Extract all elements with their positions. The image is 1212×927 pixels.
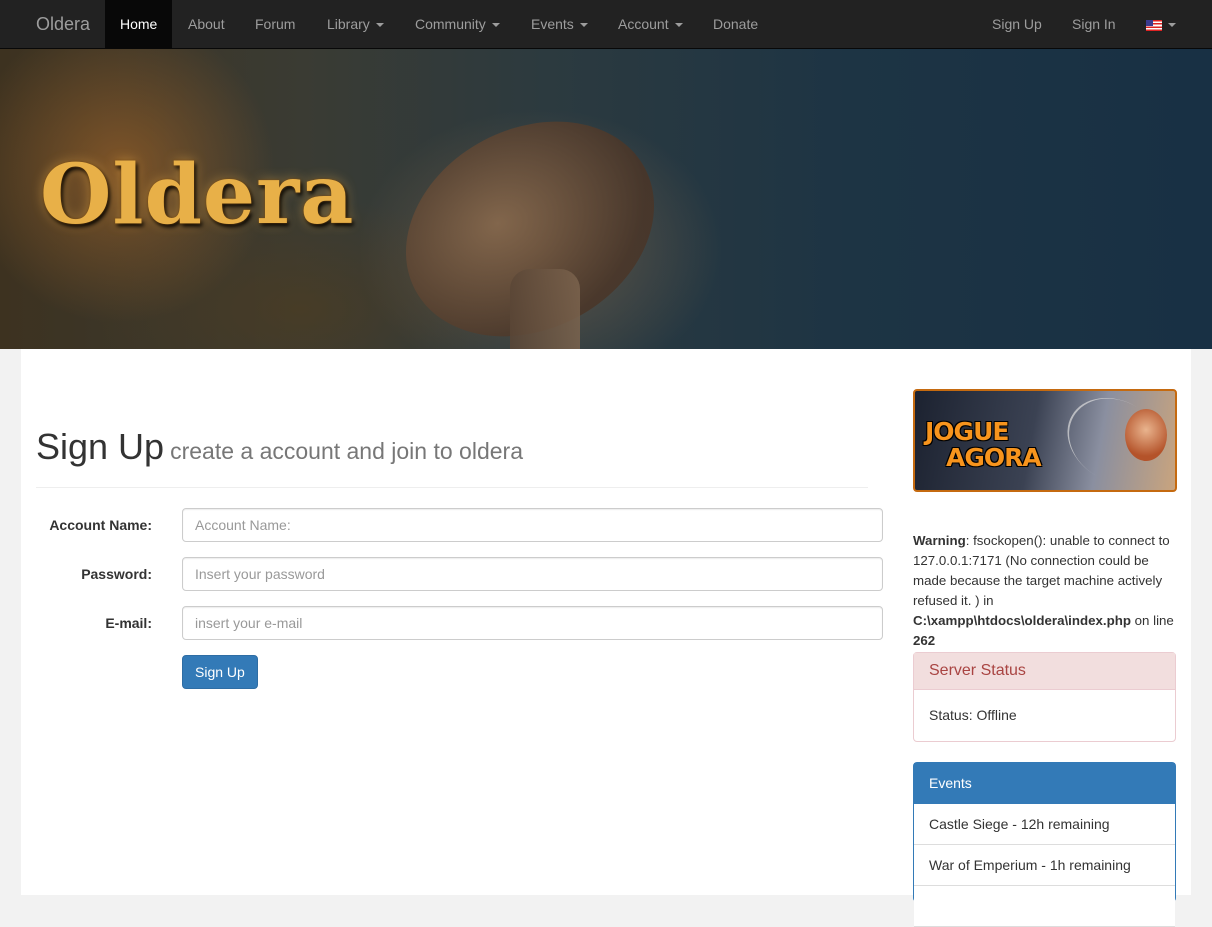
nav-signup[interactable]: Sign Up [977,0,1057,48]
nav-about-label: About [188,16,225,32]
play-now-line2: AGORA [946,443,1042,472]
nav-account-label: Account [618,16,669,32]
account-name-label: Account Name: [49,517,152,533]
caret-down-icon [375,23,384,28]
caret-down-icon [491,23,500,28]
email-label: E-mail: [105,615,152,631]
nav-library-label: Library [327,16,370,32]
signup-submit-button[interactable]: Sign Up [182,655,258,689]
account-name-row: Account Name: [36,508,883,542]
email-row: E-mail: [36,606,883,640]
caret-down-icon [1168,23,1176,28]
nav-community-label: Community [415,16,486,32]
us-flag-icon [1146,19,1162,31]
nav-signin-label: Sign In [1072,16,1116,32]
nav-signin[interactable]: Sign In [1057,0,1131,48]
nav-home-label: Home [120,16,158,32]
play-now-line1: JOGUE [925,417,1009,446]
events-panel: Events Castle Siege - 12h remaining War … [913,762,1176,927]
play-now-banner[interactable]: JOGUE AGORA [913,389,1177,492]
nav-forum-label: Forum [255,16,296,32]
oldera-logo: Oldera [40,147,355,243]
nav-signup-label: Sign Up [992,16,1042,32]
nav-donate-label: Donate [713,16,759,32]
language-dropdown[interactable] [1131,0,1191,48]
banner-mushroom-stem-art [510,269,580,349]
play-now-text: JOGUE AGORA [925,417,1042,472]
nav-library-dropdown[interactable]: Library [312,0,399,48]
php-warning-message: Warning: fsockopen(): unable to connect … [913,531,1177,651]
password-row: Password: [36,557,883,591]
server-status-text: Status: Offline [929,707,1017,723]
header-banner: Oldera [0,49,1212,349]
page-header: Sign Up create a account and join to olde… [36,425,868,488]
page-subtitle: create a account and join to oldera [170,438,523,464]
caret-down-icon [579,23,588,28]
nav-events-label: Events [531,16,574,32]
top-navbar: Oldera Home About Forum Library Communit… [0,0,1212,49]
email-input[interactable] [182,606,883,640]
nav-events-dropdown[interactable]: Events [516,0,603,48]
caret-down-icon [674,23,683,28]
event-list-item [914,886,1175,927]
events-heading: Events [914,763,1175,804]
nav-donate[interactable]: Donate [698,0,773,48]
event-list-item: War of Emperium - 1h remaining [914,845,1175,886]
server-status-heading: Server Status [914,653,1175,690]
main-container: Sign Up create a account and join to olde… [21,349,1191,927]
page-title-text: Sign Up [36,426,165,467]
nav-home[interactable]: Home [105,0,173,48]
warning-label: Warning [913,533,966,548]
warning-line-number: 262 [913,633,936,648]
warning-text-line: on line [1130,613,1174,628]
warning-path: C:\xampp\htdocs\oldera\index.php [913,613,1131,628]
nav-about[interactable]: About [173,0,240,48]
account-name-input[interactable] [182,508,883,542]
brand-link[interactable]: Oldera [20,0,106,49]
archer-art [1125,409,1167,461]
server-status-panel: Server Status Status: Offline [913,652,1176,742]
password-input[interactable] [182,557,883,591]
password-label: Password: [81,566,152,582]
event-list-item: Castle Siege - 12h remaining [914,804,1175,845]
nav-community-dropdown[interactable]: Community [400,0,515,48]
page-title: Sign Up create a account and join to olde… [36,425,868,473]
nav-account-dropdown[interactable]: Account [603,0,698,48]
nav-forum[interactable]: Forum [240,0,310,48]
